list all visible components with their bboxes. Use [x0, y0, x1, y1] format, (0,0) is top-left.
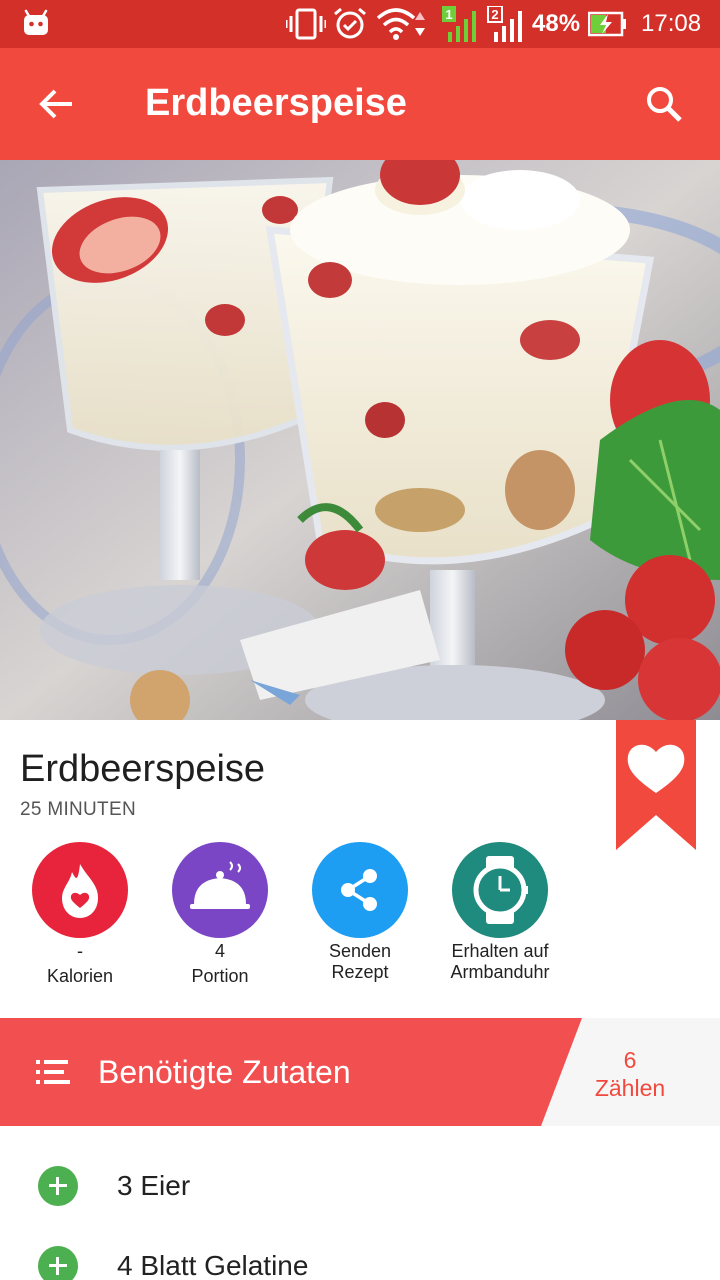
sim1-signal-icon: 1	[442, 6, 476, 42]
battery-charging-icon	[588, 11, 626, 37]
sim2-signal-icon: 2	[487, 6, 522, 42]
portion-label: Portion	[191, 966, 249, 986]
heart-bookmark-icon[interactable]	[616, 720, 696, 850]
ingredient-text: 3 Eier	[117, 1170, 191, 1201]
list-item: 3 Eier	[0, 1126, 720, 1206]
share-label-line2: Rezept	[331, 962, 389, 982]
android-icon	[24, 9, 48, 35]
recipe-photo	[0, 160, 720, 720]
watch-icon	[452, 842, 548, 938]
vibrate-icon	[286, 8, 326, 40]
ingredients-count: 6 Zählen	[580, 1046, 680, 1102]
battery-percentage: 48%	[532, 10, 581, 37]
ingredients-count-value: 6	[623, 1047, 637, 1073]
add-ingredient-icon[interactable]	[38, 1246, 78, 1280]
status-bar: 1 2 48% 17:08	[0, 0, 720, 48]
watch-label-line2: Armbanduhr	[450, 962, 550, 982]
action-share-recipe[interactable]: Senden Rezept	[290, 842, 430, 983]
watch-label-line1: Erhalten auf	[451, 941, 549, 961]
ingredient-text: 4 Blatt Gelatine	[117, 1250, 309, 1280]
search-icon[interactable]	[636, 76, 692, 132]
portion-value: 4	[214, 941, 225, 961]
ingredients-header: Benötigte Zutaten 6 Zählen	[0, 1018, 720, 1126]
alarm-icon	[334, 7, 366, 39]
arrow-back-icon[interactable]	[28, 76, 84, 132]
add-ingredient-icon[interactable]	[38, 1166, 78, 1206]
recipe-duration: 25 MINUTEN	[20, 799, 136, 820]
action-calories[interactable]: - Kalorien	[10, 842, 150, 987]
svg-text:1: 1	[445, 7, 452, 22]
list-icon	[36, 1060, 70, 1084]
action-portions[interactable]: 4 Portion	[150, 842, 290, 987]
ingredients-title: Benötigte Zutaten	[98, 1054, 351, 1090]
serving-dish-icon	[172, 842, 268, 938]
wifi-icon	[376, 8, 425, 40]
action-send-to-watch[interactable]: Erhalten auf Armbanduhr	[430, 842, 570, 983]
ingredients-count-label: Zählen	[594, 1075, 666, 1101]
app-bar: Erdbeerspeise	[0, 48, 720, 160]
recipe-title: Erdbeerspeise	[20, 748, 266, 790]
calories-value: -	[77, 941, 83, 961]
page-title: Erdbeerspeise	[145, 82, 407, 124]
clock: 17:08	[641, 10, 702, 37]
list-item: 4 Blatt Gelatine	[0, 1206, 720, 1280]
share-icon	[312, 842, 408, 938]
ingredients-list: 3 Eier 4 Blatt Gelatine	[0, 1126, 720, 1280]
svg-text:2: 2	[491, 7, 498, 22]
calories-label: Kalorien	[46, 966, 114, 986]
share-label-line1: Senden	[328, 941, 392, 961]
flame-icon	[32, 842, 128, 938]
